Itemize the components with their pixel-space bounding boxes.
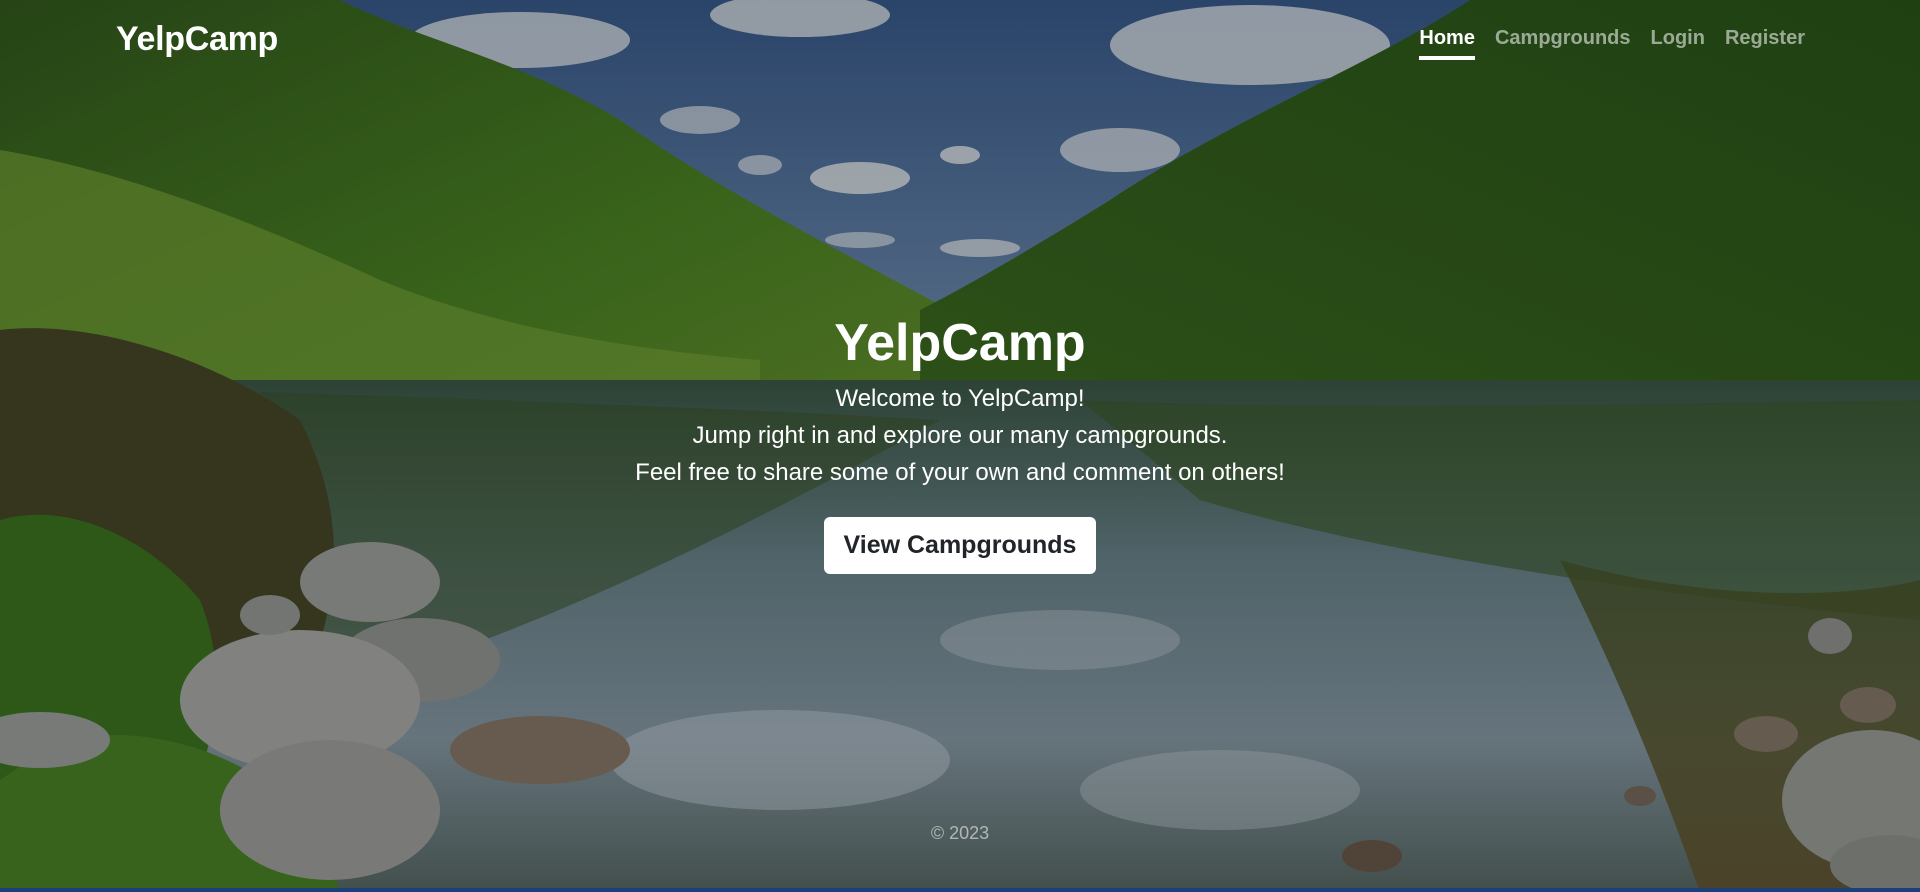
nav-link-login[interactable]: Login bbox=[1651, 27, 1705, 60]
hero-content: YelpCamp Welcome to YelpCamp! Jump right… bbox=[0, 308, 1920, 574]
top-navbar: YelpCamp Home Campgrounds Login Register bbox=[0, 0, 1920, 80]
nav-links: Home Campgrounds Login Register bbox=[1419, 27, 1805, 60]
hero-section: YelpCamp Home Campgrounds Login Register… bbox=[0, 0, 1920, 892]
footer-copyright: © 2023 bbox=[930, 823, 990, 843]
view-campgrounds-button[interactable]: View Campgrounds bbox=[823, 517, 1097, 574]
explore-text: Jump right in and explore our many campg… bbox=[692, 422, 1228, 449]
welcome-text: Welcome to YelpCamp! bbox=[835, 385, 1085, 412]
hero-title: YelpCamp bbox=[834, 314, 1086, 372]
brand-logo-link[interactable]: YelpCamp bbox=[116, 20, 278, 59]
bottom-accent-bar bbox=[0, 888, 1920, 892]
share-text: Feel free to share some of your own and … bbox=[635, 459, 1285, 486]
nav-link-register[interactable]: Register bbox=[1725, 27, 1805, 60]
nav-link-campgrounds[interactable]: Campgrounds bbox=[1495, 27, 1631, 60]
nav-link-home[interactable]: Home bbox=[1419, 27, 1475, 60]
